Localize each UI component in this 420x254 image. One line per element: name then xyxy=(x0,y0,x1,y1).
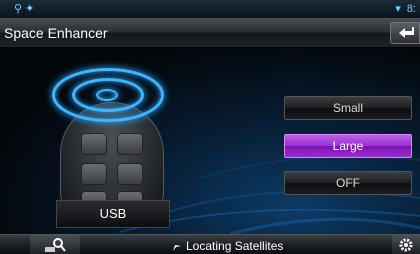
time-display: 8: xyxy=(406,3,416,15)
car-speaker-visual xyxy=(52,62,172,222)
title-bar: Space Enhancer xyxy=(0,18,420,48)
main-content: USB Small Large OFF xyxy=(0,48,420,234)
status-bar: ⚲✦ ▾ 8: xyxy=(0,0,420,18)
bluetooth-icon: ✦ xyxy=(25,3,38,15)
gear-icon xyxy=(399,238,413,252)
search-icon xyxy=(45,238,66,252)
status-right: ▾ 8: xyxy=(389,2,416,15)
sound-ring-inner xyxy=(96,89,118,101)
settings-button[interactable] xyxy=(392,235,420,254)
bottom-bar: Locating Satellites xyxy=(0,234,420,254)
wifi-icon: ▾ xyxy=(395,3,401,15)
space-enhancer-screen: ⚲✦ ▾ 8: Space Enhancer USB Small Large O… xyxy=(0,0,420,254)
satellite-icon xyxy=(169,239,181,251)
large-button[interactable]: Large xyxy=(284,134,412,158)
small-button[interactable]: Small xyxy=(284,96,412,120)
nav-status-text: Locating Satellites xyxy=(186,239,284,253)
navigation-search-button[interactable] xyxy=(30,235,80,254)
navigation-status: Locating Satellites xyxy=(168,238,283,253)
status-left-icons: ⚲✦ xyxy=(14,2,37,15)
source-label: USB xyxy=(56,200,170,228)
page-title: Space Enhancer xyxy=(4,25,108,41)
back-return-icon xyxy=(399,27,414,38)
off-button[interactable]: OFF xyxy=(284,171,412,195)
usb-icon: ⚲ xyxy=(14,3,26,15)
back-button[interactable] xyxy=(390,22,420,44)
